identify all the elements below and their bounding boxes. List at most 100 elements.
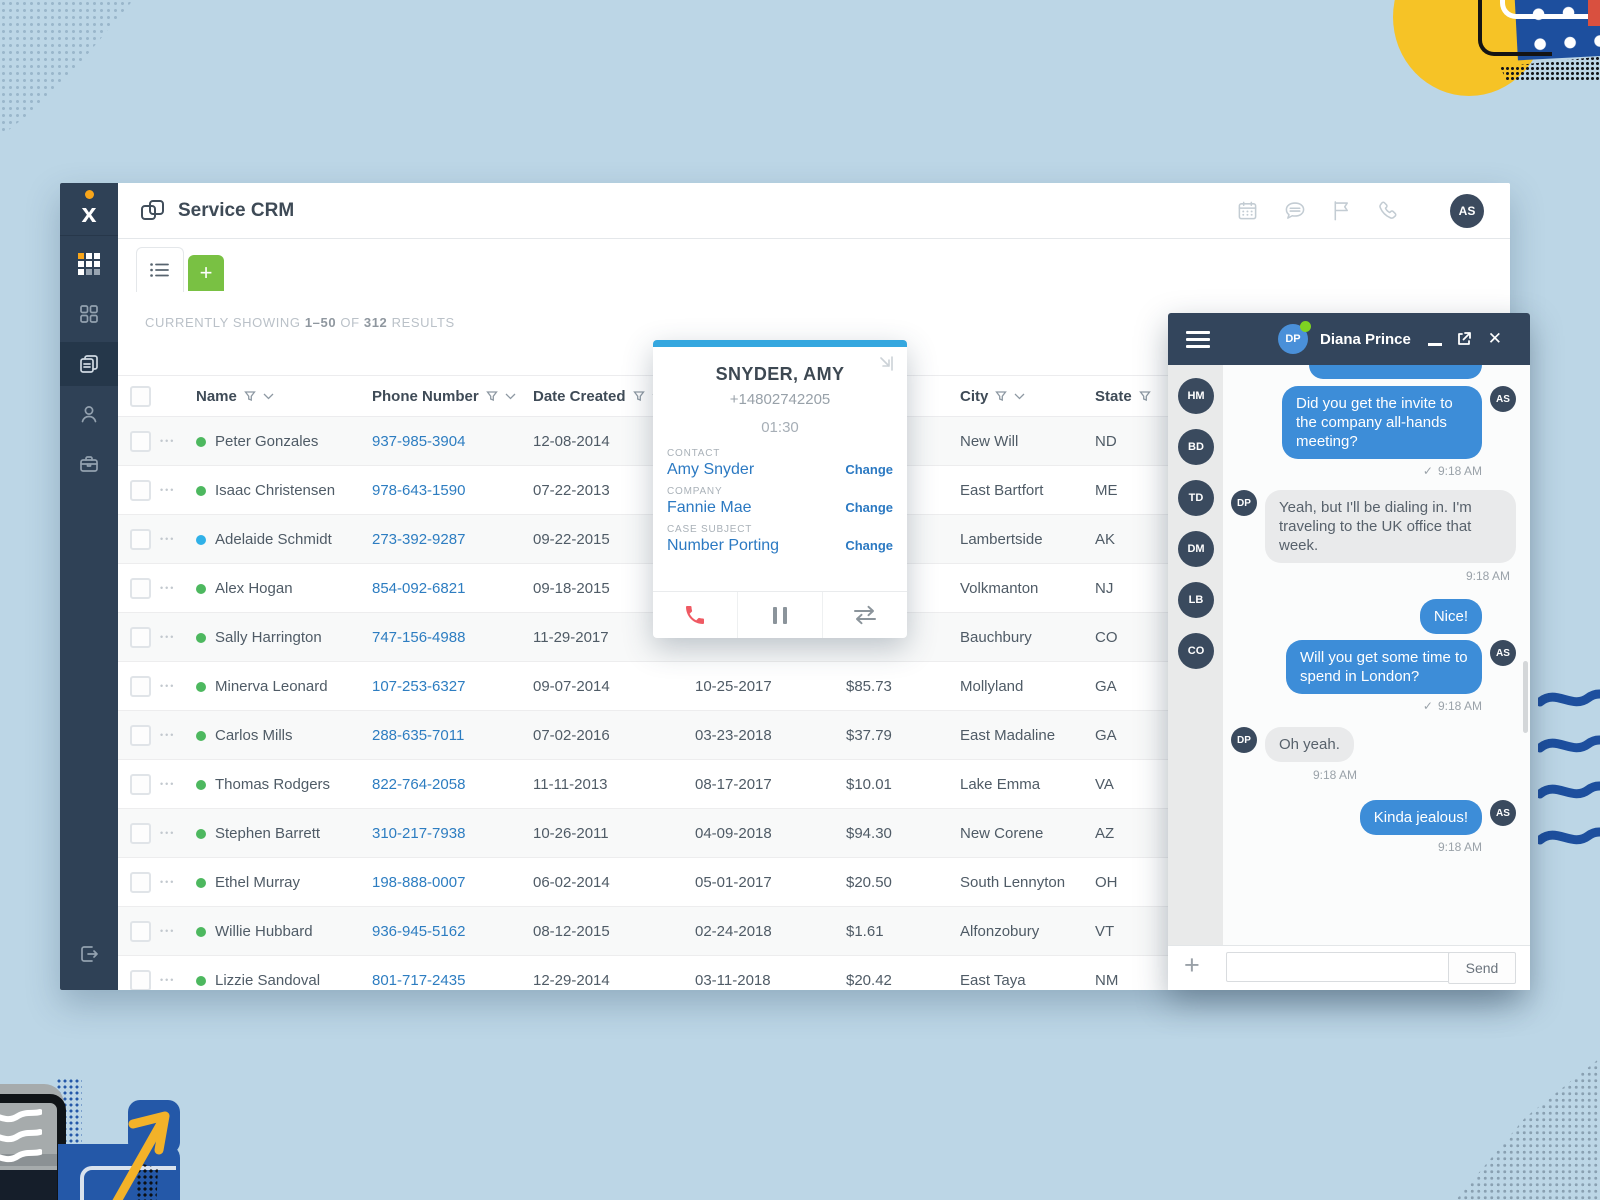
- app-switcher-icon[interactable]: [140, 199, 166, 223]
- modules-icon: [78, 303, 100, 325]
- row-menu-icon[interactable]: •••: [160, 877, 196, 887]
- row-menu-icon[interactable]: •••: [160, 828, 196, 838]
- row-checkbox[interactable]: [130, 627, 151, 648]
- hangup-button[interactable]: [653, 592, 737, 638]
- row-menu-icon[interactable]: •••: [160, 534, 196, 544]
- chevron-down-icon[interactable]: [1014, 393, 1025, 400]
- change-contact-button[interactable]: Change: [845, 462, 893, 477]
- phone-link[interactable]: 822-764-2058: [372, 776, 533, 793]
- row-checkbox[interactable]: [130, 529, 151, 550]
- column-header-name[interactable]: Name: [196, 388, 372, 405]
- row-menu-icon[interactable]: •••: [160, 485, 196, 495]
- row-checkbox[interactable]: [130, 823, 151, 844]
- column-header-city[interactable]: City: [960, 388, 1095, 405]
- popout-icon[interactable]: [878, 355, 895, 372]
- row-menu-icon[interactable]: •••: [160, 632, 196, 642]
- row-menu-icon[interactable]: •••: [160, 926, 196, 936]
- sidebar-item-documents[interactable]: [60, 342, 118, 386]
- minimize-button[interactable]: [1428, 313, 1442, 365]
- phone-link[interactable]: 937-985-3904: [372, 433, 533, 450]
- sidebar-item-sign-out[interactable]: [60, 932, 118, 976]
- row-checkbox[interactable]: [130, 676, 151, 697]
- conversation-avatar[interactable]: TD: [1178, 480, 1214, 516]
- sidebar-item-briefcase[interactable]: [60, 442, 118, 486]
- amount-cell: $37.79: [846, 727, 960, 744]
- chat-contact-avatar[interactable]: DP: [1278, 324, 1308, 354]
- chat-message: Nice!: [1229, 599, 1516, 634]
- chat-bubble-icon[interactable]: [1284, 200, 1306, 221]
- row-menu-icon[interactable]: •••: [160, 681, 196, 691]
- row-menu-icon[interactable]: •••: [160, 436, 196, 446]
- date-secondary-cell: 03-11-2018: [695, 972, 846, 989]
- open-in-new-icon: [1456, 331, 1472, 347]
- filter-icon[interactable]: [1139, 390, 1151, 402]
- city-cell: East Bartfort: [960, 482, 1095, 499]
- hangup-icon: [683, 603, 707, 627]
- row-menu-icon[interactable]: •••: [160, 583, 196, 593]
- add-tab-button[interactable]: +: [188, 255, 224, 291]
- chat-input[interactable]: [1226, 952, 1456, 982]
- sidebar-item-app-grid[interactable]: [60, 242, 118, 286]
- hold-icon: [773, 607, 787, 624]
- select-all-checkbox[interactable]: [130, 386, 151, 407]
- phone-link[interactable]: 978-643-1590: [372, 482, 533, 499]
- chevron-down-icon[interactable]: [505, 393, 516, 400]
- calendar-icon[interactable]: [1237, 200, 1258, 221]
- send-button[interactable]: Send: [1448, 952, 1516, 984]
- filter-icon[interactable]: [633, 390, 645, 402]
- phone-link[interactable]: 198-888-0007: [372, 874, 533, 891]
- phone-link[interactable]: 107-253-6327: [372, 678, 533, 695]
- phone-link[interactable]: 854-092-6821: [372, 580, 533, 597]
- conversation-avatar[interactable]: LB: [1178, 582, 1214, 618]
- nextiva-logo[interactable]: x: [60, 183, 118, 236]
- transfer-button[interactable]: [822, 592, 907, 638]
- conversation-avatar[interactable]: HM: [1178, 378, 1214, 414]
- conversation-avatar[interactable]: DM: [1178, 531, 1214, 567]
- chat-footer: + Send: [1168, 945, 1530, 990]
- hold-button[interactable]: [737, 592, 822, 638]
- row-menu-icon[interactable]: •••: [160, 730, 196, 740]
- row-checkbox[interactable]: [130, 970, 151, 991]
- city-cell: Mollyland: [960, 678, 1095, 695]
- phone-link[interactable]: 273-392-9287: [372, 531, 533, 548]
- row-checkbox[interactable]: [130, 480, 151, 501]
- conversation-avatar[interactable]: BD: [1178, 429, 1214, 465]
- sidebar-item-modules[interactable]: [60, 292, 118, 336]
- popout-chat-button[interactable]: [1456, 313, 1472, 365]
- conversation-avatar[interactable]: CO: [1178, 633, 1214, 669]
- phone-link[interactable]: 747-156-4988: [372, 629, 533, 646]
- state-cell: VA: [1095, 776, 1175, 793]
- attach-button[interactable]: +: [1184, 950, 1200, 981]
- tab-list-view[interactable]: [136, 247, 184, 292]
- row-checkbox[interactable]: [130, 725, 151, 746]
- row-checkbox[interactable]: [130, 921, 151, 942]
- close-chat-button[interactable]: ✕: [1488, 313, 1502, 365]
- flag-icon[interactable]: [1332, 200, 1351, 221]
- column-header-state[interactable]: State: [1095, 388, 1175, 405]
- row-checkbox[interactable]: [130, 774, 151, 795]
- chevron-down-icon[interactable]: [263, 393, 274, 400]
- filter-icon[interactable]: [486, 390, 498, 402]
- phone-link[interactable]: 936-945-5162: [372, 923, 533, 940]
- filter-icon[interactable]: [244, 390, 256, 402]
- phone-link[interactable]: 801-717-2435: [372, 972, 533, 989]
- row-checkbox[interactable]: [130, 872, 151, 893]
- row-menu-icon[interactable]: •••: [160, 779, 196, 789]
- change-company-button[interactable]: Change: [845, 500, 893, 515]
- filter-icon[interactable]: [995, 390, 1007, 402]
- row-checkbox[interactable]: [130, 431, 151, 452]
- sidebar-item-contacts[interactable]: [60, 392, 118, 436]
- chat-scrollbar[interactable]: [1523, 661, 1528, 733]
- phone-link[interactable]: 310-217-7938: [372, 825, 533, 842]
- call-field-case-subject: CASE SUBJECT Number Porting Change: [667, 524, 893, 555]
- hamburger-menu-icon[interactable]: [1186, 327, 1210, 352]
- change-case-button[interactable]: Change: [845, 538, 893, 553]
- phone-icon[interactable]: [1377, 200, 1398, 221]
- phone-link[interactable]: 288-635-7011: [372, 727, 533, 744]
- user-avatar[interactable]: AS: [1450, 194, 1484, 228]
- sign-out-icon: [78, 943, 100, 965]
- row-checkbox[interactable]: [130, 578, 151, 599]
- state-cell: GA: [1095, 678, 1175, 695]
- column-header-phone[interactable]: Phone Number: [372, 388, 533, 405]
- row-menu-icon[interactable]: •••: [160, 975, 196, 985]
